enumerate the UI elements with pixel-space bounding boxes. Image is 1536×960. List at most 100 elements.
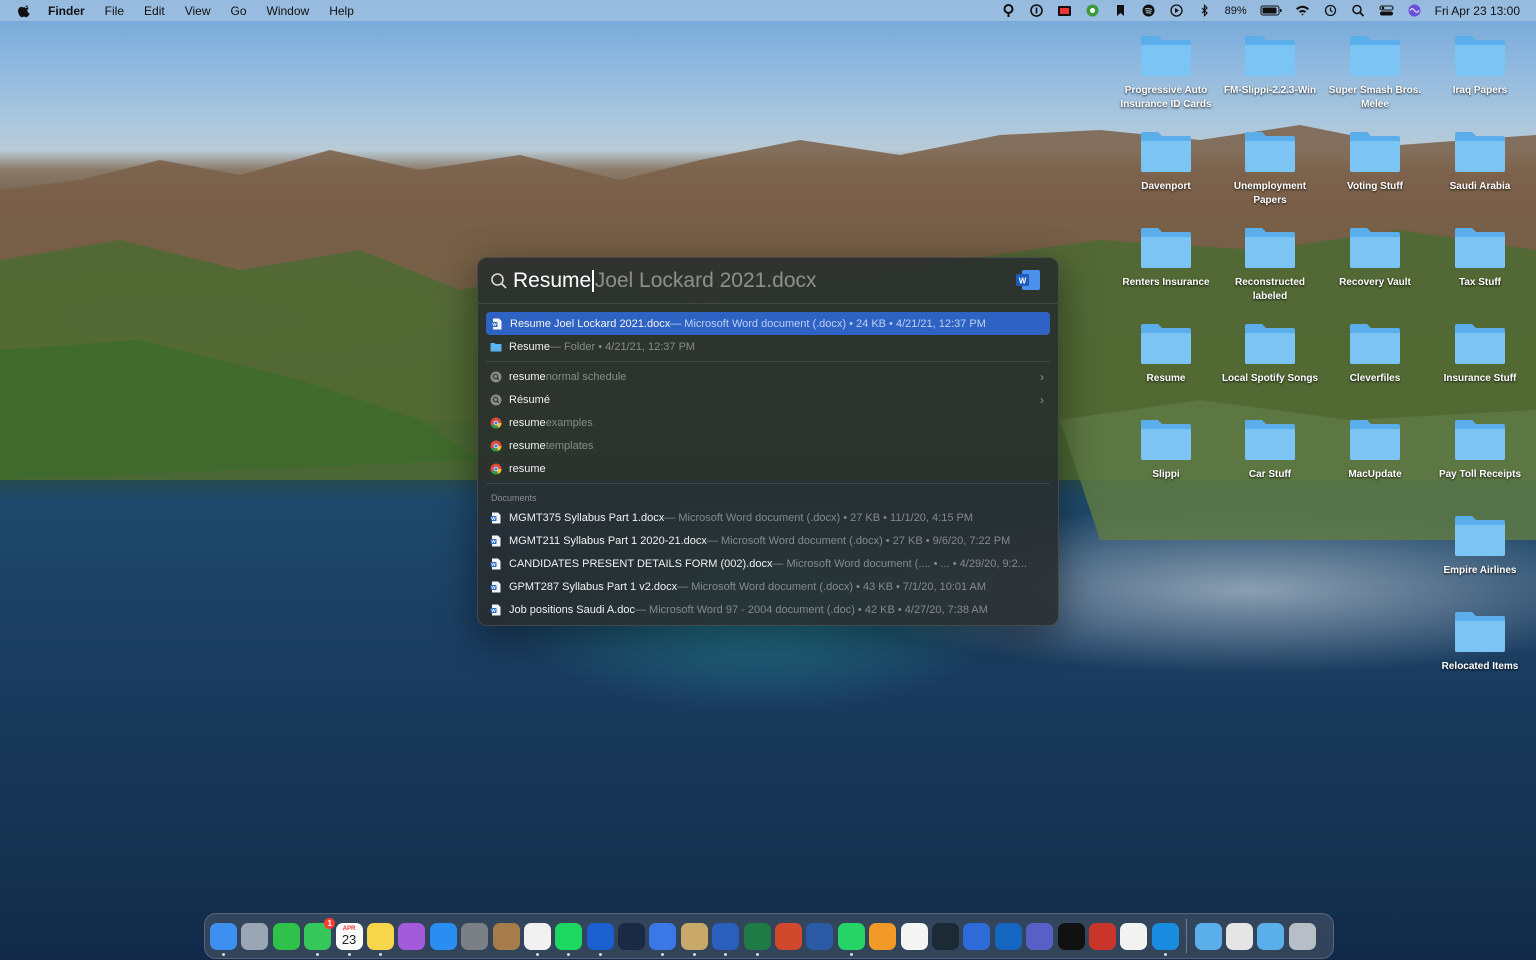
- 1password-icon[interactable]: [586, 922, 614, 956]
- folder-icon: [1455, 324, 1505, 364]
- steam-icon[interactable]: [618, 922, 646, 950]
- desktop-folder[interactable]: Insurance Stuff: [1430, 322, 1530, 386]
- apple-menu-icon[interactable]: [18, 4, 32, 18]
- document-row[interactable]: W CANDIDATES PRESENT DETAILS FORM (002).d…: [478, 552, 1058, 575]
- desktop-folder[interactable]: Recovery Vault: [1325, 226, 1425, 290]
- desktop-folder[interactable]: Davenport: [1116, 130, 1216, 194]
- parallels-icon[interactable]: [1088, 922, 1116, 950]
- suggestion-row[interactable]: Résumé ›: [478, 388, 1058, 411]
- bookmark-icon[interactable]: [1113, 4, 1128, 17]
- desktop-folder[interactable]: Unemployment Papers: [1220, 130, 1320, 208]
- photo-booth-icon[interactable]: [1057, 4, 1072, 17]
- document-row[interactable]: W Job positions Saudi A.doc — Microsoft W…: [478, 598, 1058, 621]
- folder-label: Cleverfiles: [1349, 373, 1401, 384]
- podcasts-icon[interactable]: [398, 922, 426, 950]
- teams-icon[interactable]: [1026, 922, 1054, 950]
- desktop-folder[interactable]: Progressive Auto Insurance ID Cards: [1116, 34, 1216, 112]
- chrome-icon[interactable]: [1085, 4, 1100, 17]
- folder-label: Saudi Arabia: [1449, 181, 1511, 192]
- chrome-icon[interactable]: [523, 922, 551, 956]
- trash-icon[interactable]: [1288, 922, 1316, 950]
- desktop-folder[interactable]: Empire Airlines: [1430, 514, 1530, 578]
- launchpad-icon[interactable]: [241, 922, 269, 950]
- menu-clock[interactable]: Fri Apr 23 13:00: [1435, 4, 1520, 18]
- applications-folder-icon[interactable]: [1257, 922, 1285, 950]
- finder-icon[interactable]: [210, 922, 237, 956]
- wifi-icon[interactable]: [1295, 4, 1310, 17]
- spotlight-icon[interactable]: [1351, 4, 1366, 17]
- spotlight-search-field[interactable]: Resume Joel Lockard 2021.docx W: [478, 258, 1058, 304]
- excel-icon[interactable]: [743, 922, 771, 956]
- 1password-icon[interactable]: [1029, 4, 1044, 17]
- photos-icon[interactable]: [900, 922, 928, 950]
- system-preferences-icon[interactable]: [461, 922, 489, 950]
- menu-window[interactable]: Window: [267, 4, 310, 18]
- menu-help[interactable]: Help: [329, 4, 354, 18]
- kindle-icon[interactable]: [931, 922, 959, 950]
- siri-icon[interactable]: [1407, 4, 1422, 17]
- desktop-folder[interactable]: Pay Toll Receipts: [1430, 418, 1530, 482]
- desktop-folder[interactable]: Resume: [1116, 322, 1216, 386]
- menu-edit[interactable]: Edit: [144, 4, 165, 18]
- calendar-icon[interactable]: APR 23: [335, 922, 363, 956]
- desktop-folder[interactable]: Local Spotify Songs: [1220, 322, 1320, 386]
- desktop-folder[interactable]: Tax Stuff: [1430, 226, 1530, 290]
- menu-go[interactable]: Go: [231, 4, 247, 18]
- time-machine-icon[interactable]: [1323, 4, 1338, 17]
- menu-app-name[interactable]: Finder: [48, 4, 85, 18]
- desktop-folder[interactable]: Car Stuff: [1220, 418, 1320, 482]
- desktop-folder[interactable]: Renters Insurance: [1116, 226, 1216, 290]
- document-row[interactable]: W GPMT287 Syllabus Part 1 v2.docx — Micro…: [478, 575, 1058, 598]
- preview-icon[interactable]: [680, 922, 708, 956]
- bluetooth-icon[interactable]: [1197, 4, 1212, 17]
- word-icon[interactable]: [712, 922, 740, 956]
- folder-icon: [1245, 420, 1295, 460]
- books-icon[interactable]: [869, 922, 897, 950]
- powerpoint-icon[interactable]: [775, 922, 803, 950]
- desktop-folder[interactable]: FM-Slippi-2.2.3-Win: [1220, 34, 1320, 98]
- desktop-folder[interactable]: Cleverfiles: [1325, 322, 1425, 386]
- suggestion-row[interactable]: resume examples: [478, 411, 1058, 434]
- menu-file[interactable]: File: [105, 4, 124, 18]
- top-hit-row[interactable]: Resume — Folder • 4/21/21, 12:37 PM: [478, 335, 1058, 358]
- apple-tv-icon[interactable]: [1057, 922, 1085, 950]
- top-hit-row[interactable]: W Resume Joel Lockard 2021.docx — Microso…: [486, 312, 1050, 335]
- p-icon[interactable]: [1001, 4, 1016, 17]
- desktop-folder[interactable]: Iraq Papers: [1430, 34, 1530, 98]
- messages-icon[interactable]: 1: [304, 917, 336, 956]
- play-icon[interactable]: [1169, 4, 1184, 17]
- documents-stack-icon[interactable]: [1225, 922, 1253, 950]
- document-row[interactable]: W MGMT375 Syllabus Part 1.docx — Microsof…: [478, 506, 1058, 529]
- tasks-icon[interactable]: [649, 922, 677, 956]
- macos-icon[interactable]: [806, 922, 834, 950]
- suggestion-row[interactable]: resume templates: [478, 434, 1058, 457]
- folder-icon: [1455, 612, 1505, 652]
- suggestion-row[interactable]: resume normal schedule ›: [478, 365, 1058, 388]
- slack-icon[interactable]: [1120, 922, 1148, 950]
- desktop-folder[interactable]: Super Smash Bros. Melee: [1325, 34, 1425, 112]
- skype-icon[interactable]: [1151, 922, 1179, 956]
- desktop-folder[interactable]: Slippi: [1116, 418, 1216, 482]
- notes-icon[interactable]: [366, 922, 394, 956]
- downloads-folder-icon[interactable]: [1194, 922, 1222, 950]
- spotify-icon[interactable]: [1141, 4, 1156, 17]
- desktop-folder[interactable]: Saudi Arabia: [1430, 130, 1530, 194]
- facetime-icon[interactable]: [272, 922, 300, 950]
- spotify-icon[interactable]: [555, 922, 583, 956]
- xcode-icon[interactable]: [963, 922, 991, 950]
- desktop-folder[interactable]: Reconstructed labeled: [1220, 226, 1320, 304]
- desktop-folder[interactable]: Relocated Items: [1430, 610, 1530, 674]
- battery-icon[interactable]: [1260, 4, 1282, 17]
- document-row[interactable]: W MGMT211 Syllabus Part 1 2020-21.docx — …: [478, 529, 1058, 552]
- control-center-icon[interactable]: [1379, 4, 1394, 17]
- archive-icon[interactable]: [492, 922, 520, 950]
- desktop-folder[interactable]: Voting Stuff: [1325, 130, 1425, 194]
- desktop-folder[interactable]: MacUpdate: [1325, 418, 1425, 482]
- folder-label: Local Spotify Songs: [1221, 373, 1319, 384]
- dock-divider: [1186, 919, 1188, 953]
- outlook-icon[interactable]: [994, 922, 1022, 950]
- suggestion-row[interactable]: resume: [478, 457, 1058, 480]
- menu-view[interactable]: View: [185, 4, 211, 18]
- whatsapp-icon[interactable]: [837, 922, 865, 956]
- app-store-icon[interactable]: [429, 922, 457, 950]
